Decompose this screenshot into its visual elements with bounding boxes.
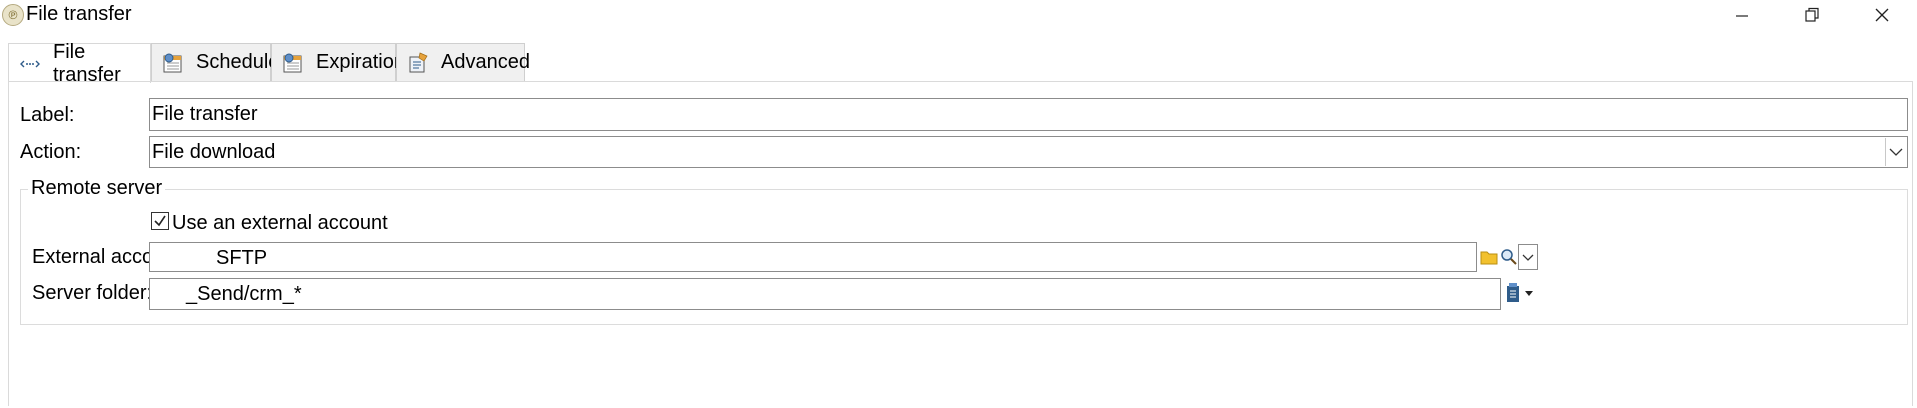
close-icon: [1875, 8, 1889, 22]
server-folder-caption: Server folder:: [32, 282, 153, 304]
tab-file-transfer[interactable]: File transfer: [8, 41, 151, 86]
calendar-clock-icon: [162, 52, 184, 74]
external-account-dropdown-button[interactable]: [1518, 244, 1538, 270]
calendar-clock-icon: [282, 52, 304, 74]
minimize-icon: [1736, 15, 1748, 17]
chevron-down-icon: [1522, 254, 1534, 261]
close-button[interactable]: [1860, 0, 1904, 30]
checkmark-icon: [154, 215, 166, 227]
advanced-settings-icon: [407, 52, 429, 74]
action-select[interactable]: File download: [149, 136, 1908, 168]
clipboard-insert-icon: [1507, 283, 1533, 302]
restore-icon: [1805, 7, 1819, 22]
chevron-down-icon: [1889, 148, 1903, 156]
label-caption: Label:: [20, 104, 75, 126]
use-external-account-label[interactable]: Use an external account: [172, 212, 388, 235]
restore-button[interactable]: [1790, 0, 1834, 30]
tab-label: Schedule: [196, 51, 280, 73]
label-input[interactable]: File transfer: [149, 98, 1908, 131]
tab-advanced[interactable]: Advanced: [396, 43, 530, 81]
insert-variable-button[interactable]: [1504, 283, 1536, 303]
minimize-button[interactable]: [1720, 0, 1764, 30]
tab-label: Advanced: [441, 51, 530, 73]
folder-icon: [1480, 251, 1498, 265]
external-account-field[interactable]: SFTP: [149, 242, 1477, 272]
folder-open-button[interactable]: [1479, 247, 1499, 267]
server-folder-input[interactable]: _Send/crm_*: [149, 278, 1501, 310]
remote-server-group-title: Remote server: [28, 177, 166, 200]
app-icon: ℗: [2, 4, 24, 26]
tab-schedule[interactable]: Schedule: [151, 43, 279, 81]
title-bar: ℗ File transfer: [0, 0, 1917, 30]
action-dropdown-button[interactable]: [1885, 138, 1906, 166]
tab-label: File transfer: [53, 40, 121, 86]
window-title: File transfer: [26, 3, 132, 25]
search-account-button[interactable]: [1499, 247, 1519, 267]
tab-expiration[interactable]: Expiration: [271, 43, 405, 81]
transfer-arrows-icon: [19, 53, 41, 75]
action-selected-value: File download: [152, 141, 276, 163]
use-external-account-checkbox[interactable]: [151, 212, 169, 230]
action-caption: Action:: [20, 141, 82, 163]
tab-label: Expiration: [316, 51, 405, 73]
search-icon: [1501, 249, 1517, 265]
